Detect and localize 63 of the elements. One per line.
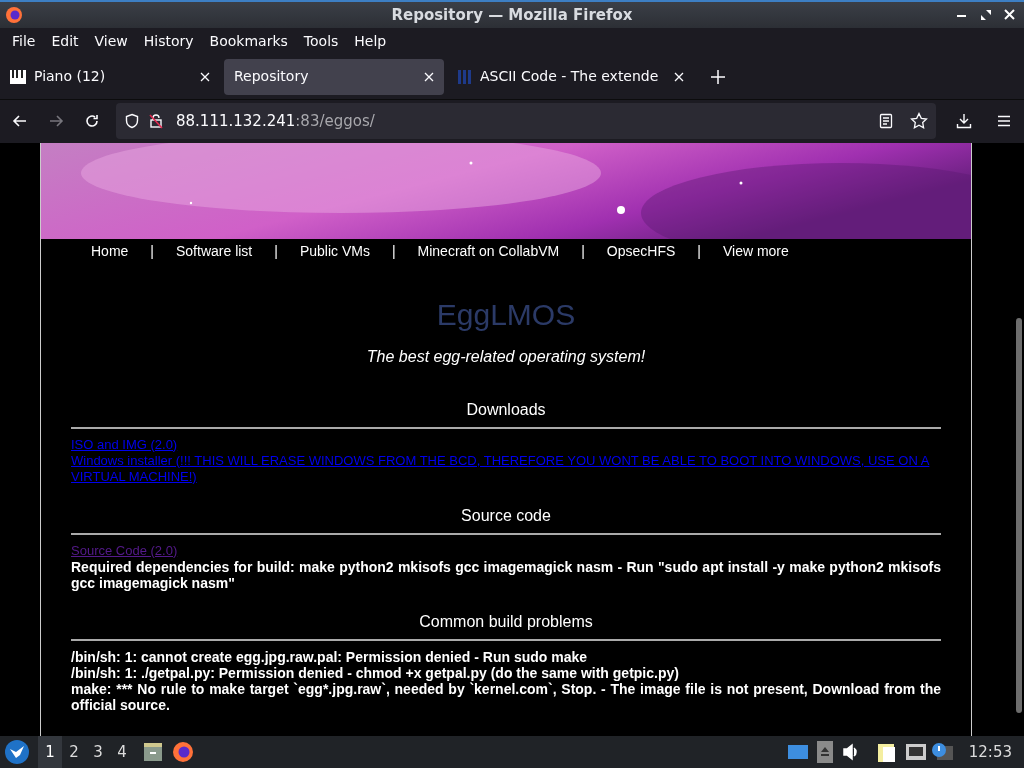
tab-label: Repository xyxy=(234,67,309,87)
nav-link[interactable]: Software list xyxy=(176,242,253,259)
nav-separator: | xyxy=(581,242,585,259)
nav-link[interactable]: Minecraft on CollabVM xyxy=(417,242,560,259)
clipboard-icon[interactable] xyxy=(876,741,897,763)
nav-separator: | xyxy=(150,242,154,259)
close-icon[interactable] xyxy=(674,71,685,82)
close-icon[interactable] xyxy=(200,71,210,82)
workspace-button[interactable]: 4 xyxy=(110,736,134,768)
screen-icon[interactable] xyxy=(786,743,809,761)
reload-icon xyxy=(84,113,100,130)
site-icon xyxy=(458,69,472,84)
nav-link[interactable]: View more xyxy=(722,242,789,259)
reader-view-icon[interactable] xyxy=(878,113,894,130)
scrollbar-thumb[interactable] xyxy=(1016,317,1022,713)
tab-label: ASCII Code - The extende xyxy=(480,67,659,87)
nav-link[interactable]: OpsecHFS xyxy=(606,242,676,259)
browser-logo-icon xyxy=(5,6,23,24)
piano-icon xyxy=(10,69,26,84)
page-title: EggLMOS xyxy=(435,296,577,333)
nav-link[interactable]: Public VMs xyxy=(299,242,370,259)
tab-label: Piano (12) xyxy=(34,67,106,87)
note-text: Required dependencies for build: make python2 mkisofs gcc imagemagick nasm - Run "sudo apt install -y make python2 mkisofs gcc imagemagick nasm" xyxy=(71,558,941,591)
menu-item[interactable]: Edit xyxy=(43,28,87,55)
nav-separator: | xyxy=(391,242,396,259)
workspace-button[interactable]: 1 xyxy=(38,736,62,768)
eject-icon[interactable] xyxy=(816,741,833,763)
menu-item[interactable]: File xyxy=(4,28,44,55)
download-icon xyxy=(956,113,972,130)
browser-logo-icon[interactable] xyxy=(172,741,194,763)
insecure-lock-icon xyxy=(148,113,164,130)
menu-item[interactable]: History xyxy=(135,28,202,55)
browser-tab[interactable]: ASCII Code - The extende xyxy=(448,58,695,95)
section-heading: Source code xyxy=(460,506,552,525)
network-icon[interactable] xyxy=(904,742,927,762)
notification-icon[interactable] xyxy=(930,742,953,762)
bookmark-star-icon[interactable] xyxy=(910,112,928,131)
window-title: Repository — Mozilla Firefox xyxy=(391,5,633,26)
browser-tab[interactable]: Piano (12) xyxy=(0,58,220,95)
section-heading: Downloads xyxy=(465,400,547,419)
section-heading: Common build problems xyxy=(418,612,594,631)
nav-link[interactable]: Home xyxy=(91,242,129,259)
file-cabinet-icon[interactable] xyxy=(142,741,164,763)
menu-item[interactable]: Bookmarks xyxy=(201,28,296,55)
app-menu-icon[interactable] xyxy=(4,739,30,765)
url-text: 88.111.132.241:83/eggos/ xyxy=(176,111,375,132)
workspace-button[interactable]: 3 xyxy=(86,736,110,768)
note-text: /bin/sh: 1: ./getpal.py: Permission denied - chmod +x getpal.py (do the same with getpic.py) xyxy=(71,664,680,681)
note-text: make: *** No rule to make target `egg*.jpg.raw`, needed by `kernel.com`, Stop. - The image file is not present, Download from the official source. xyxy=(71,680,941,713)
menu-item[interactable]: Tools xyxy=(295,28,347,55)
nav-separator: | xyxy=(697,242,701,259)
note-text: /bin/sh: 1: cannot create egg.jpg.raw.pal: Permission denied - Run sudo make xyxy=(71,648,589,665)
shield-icon xyxy=(124,113,140,130)
menu-item[interactable]: View xyxy=(86,28,136,55)
menu-item[interactable]: Help xyxy=(346,28,395,55)
page-subtitle: The best egg-related operating system! xyxy=(365,346,647,367)
address-bar[interactable]: 88.111.132.241:83/eggos/ xyxy=(116,103,936,140)
close-icon[interactable] xyxy=(424,71,434,82)
workspace-button[interactable]: 2 xyxy=(62,736,86,768)
clock: 12:53 xyxy=(968,741,1012,763)
nav-separator: | xyxy=(274,242,278,259)
browser-tab[interactable]: Repository xyxy=(224,58,444,95)
plus-icon xyxy=(711,69,726,84)
